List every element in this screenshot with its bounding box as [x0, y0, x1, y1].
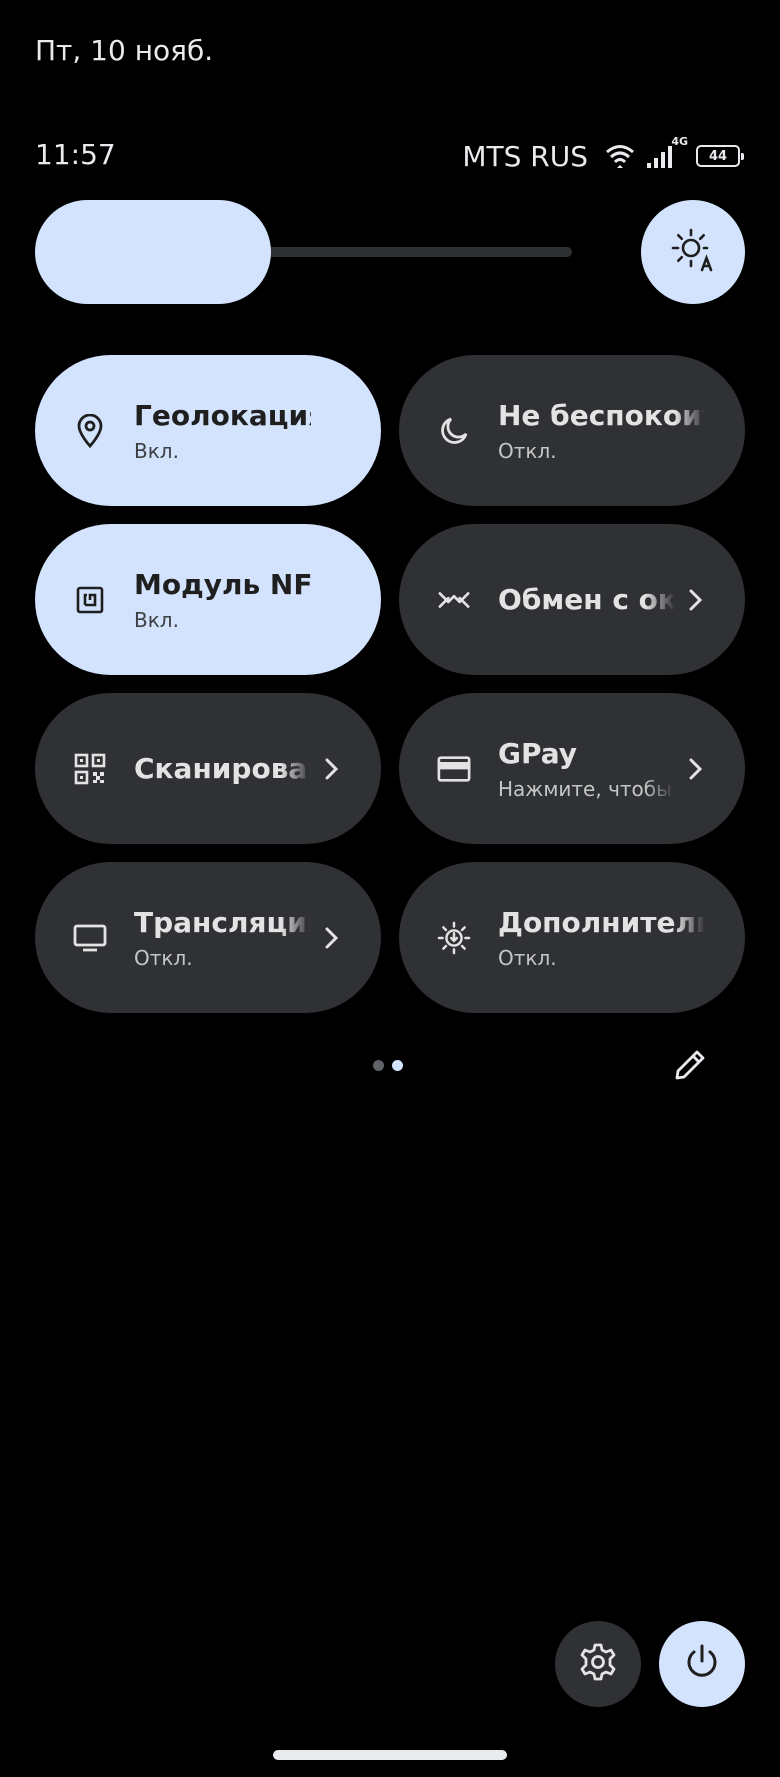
tile-nearby-share[interactable]: Обмен с окружением [399, 524, 745, 675]
signal-icon: 4G [646, 135, 688, 169]
tile-subtitle: Вкл. [134, 607, 179, 632]
home-gesture-bar[interactable] [273, 1750, 507, 1760]
tile-title: GPay [498, 736, 578, 770]
tile-title: Обмен с окружением [498, 582, 675, 616]
tile-nfc[interactable]: Модуль NFC Вкл. [35, 524, 381, 675]
page-indicator [373, 1060, 403, 1071]
status-bar: MTS RUS 4G 44 [462, 135, 744, 174]
gear-icon [578, 1642, 618, 1686]
tile-title: Дополнительное [498, 905, 705, 939]
tile-title: Геолокация [134, 398, 311, 432]
quick-settings-grid: Геолокация Вкл. Не беспокоить Откл. Моду… [35, 355, 745, 1013]
tile-location[interactable]: Геолокация Вкл. [35, 355, 381, 506]
tile-screen-cast[interactable]: Трансляция Откл. [35, 862, 381, 1013]
tile-subtitle: Вкл. [134, 438, 179, 463]
settings-button[interactable] [555, 1621, 641, 1707]
battery-icon: 44 [696, 145, 744, 167]
page-dot-active[interactable] [392, 1060, 403, 1071]
qr-code-icon [73, 752, 107, 786]
tile-title: Трансляция [134, 905, 311, 939]
tile-title: Модуль NFC [134, 567, 311, 601]
tile-qr-scanner[interactable]: Сканирование [35, 693, 381, 844]
extra-dim-icon [437, 921, 471, 955]
edit-tiles-button[interactable] [670, 1047, 710, 1087]
date: Пт, 10 нояб. [35, 34, 214, 67]
tile-do-not-disturb[interactable]: Не беспокоить Откл. [399, 355, 745, 506]
chevron-right-icon [319, 926, 343, 950]
brightness-fill[interactable] [35, 200, 272, 304]
page-dot[interactable] [373, 1060, 384, 1071]
moon-icon [437, 414, 471, 448]
power-button[interactable] [659, 1621, 745, 1707]
wifi-icon [604, 143, 636, 169]
clock: 11:57 [35, 138, 116, 171]
card-icon [437, 752, 471, 786]
tile-extra-dim[interactable]: Дополнительное Откл. [399, 862, 745, 1013]
tile-subtitle: Откл. [498, 438, 557, 463]
tile-subtitle: Нажмите, чтобы [498, 776, 672, 801]
tile-title: Сканирование [134, 751, 311, 785]
network-type: 4G [671, 135, 688, 148]
auto-brightness-button[interactable] [641, 200, 745, 304]
nfc-icon [73, 583, 107, 617]
brightness-slider[interactable] [35, 200, 572, 304]
carrier-name: MTS RUS [462, 139, 588, 173]
location-pin-icon [73, 413, 107, 448]
chevron-right-icon [683, 757, 707, 781]
nearby-share-icon [437, 583, 471, 617]
chevron-right-icon [319, 757, 343, 781]
tile-subtitle: Откл. [134, 945, 193, 970]
pencil-icon [672, 1047, 708, 1087]
tile-gpay[interactable]: GPay Нажмите, чтобы [399, 693, 745, 844]
chevron-right-icon [683, 588, 707, 612]
tile-subtitle: Откл. [498, 945, 557, 970]
cast-screen-icon [73, 921, 107, 955]
auto-brightness-icon [669, 226, 717, 278]
battery-level: 44 [708, 148, 728, 164]
power-icon [683, 1643, 721, 1685]
tile-title: Не беспокоить [498, 398, 705, 432]
